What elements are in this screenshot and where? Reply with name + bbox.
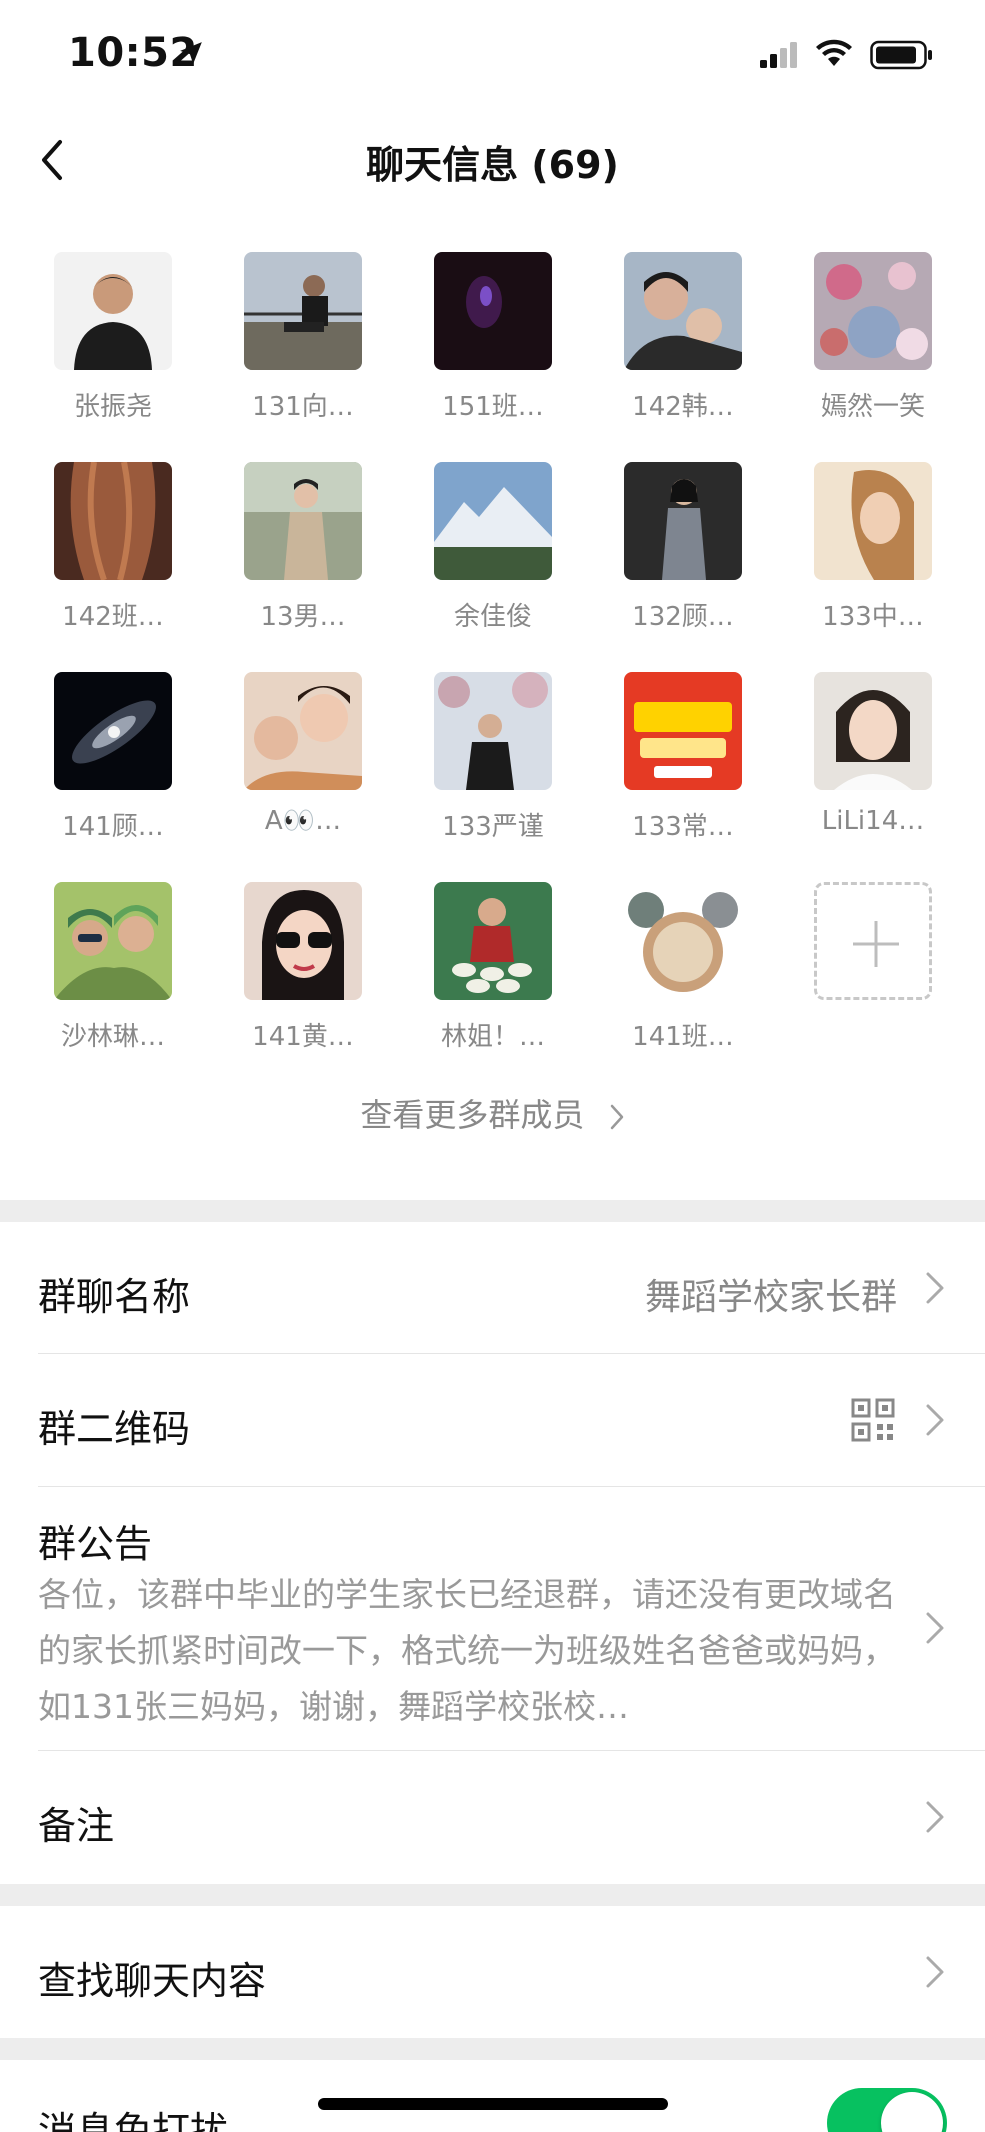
view-more-label: 查看更多群成员 — [360, 1096, 585, 1134]
member-name: 133中… — [822, 602, 924, 632]
member-item[interactable]: 133严谨 — [418, 672, 568, 843]
member-item[interactable]: 131向… — [228, 252, 378, 423]
member-name: 133严谨 — [442, 812, 544, 842]
member-item[interactable]: 141顾… — [38, 672, 188, 843]
member-item[interactable]: 141黄… — [228, 882, 378, 1053]
member-item[interactable]: 132顾… — [608, 462, 758, 633]
wifi-icon — [816, 39, 852, 66]
avatar[interactable] — [814, 672, 932, 790]
mute-row[interactable]: 消息免打扰 — [0, 2060, 985, 2132]
member-name: 133常… — [632, 812, 734, 842]
search-section: 查找聊天内容 — [0, 1906, 985, 2038]
search-chat-row[interactable]: 查找聊天内容 — [0, 1906, 985, 2038]
member-name: 142班… — [62, 602, 164, 632]
member-item[interactable]: 13男… — [228, 462, 378, 633]
member-item[interactable]: 沙林琳… — [38, 882, 188, 1053]
plus-icon — [853, 921, 899, 967]
view-more-members-link[interactable]: 查看更多群成员 — [0, 1090, 985, 1136]
avatar[interactable] — [624, 462, 742, 580]
member-name: 131向… — [252, 392, 354, 422]
announcement-label: 群公告 — [38, 1522, 153, 1566]
avatar[interactable] — [54, 882, 172, 1000]
avatar[interactable] — [434, 672, 552, 790]
page-title: 聊天信息 (69) — [366, 143, 619, 187]
avatar[interactable] — [434, 882, 552, 1000]
member-name: 嫣然一笑 — [820, 392, 925, 422]
qr-code-icon — [851, 1398, 895, 1442]
remark-row[interactable]: 备注 — [0, 1751, 985, 1884]
group-name-row[interactable]: 群聊名称 舞蹈学校家长群 — [0, 1222, 985, 1354]
battery-icon — [870, 40, 932, 70]
member-name: 13男… — [260, 602, 346, 632]
member-name: 余佳俊 — [453, 602, 532, 632]
avatar[interactable] — [624, 882, 742, 1000]
member-name: 沙林琳… — [60, 1022, 165, 1052]
add-member-item[interactable] — [798, 882, 948, 1000]
avatar[interactable] — [814, 252, 932, 370]
members-panel: 张振尧 131向… 151班… 142韩… 嫣然一笑 142班… 13男… 余佳… — [0, 210, 985, 1200]
remark-label: 备注 — [38, 1804, 115, 1848]
add-member-button[interactable] — [814, 882, 932, 1000]
member-name: 张振尧 — [73, 392, 152, 422]
avatar[interactable] — [54, 252, 172, 370]
cellular-signal-icon — [760, 42, 797, 68]
member-name: LiLi14… — [821, 806, 925, 836]
member-name: 林姐！… — [440, 1022, 545, 1052]
avatar[interactable] — [624, 252, 742, 370]
avatar[interactable] — [244, 252, 362, 370]
member-name: 141顾… — [62, 812, 164, 842]
group-name-value: 舞蹈学校家长群 — [644, 1277, 897, 1318]
member-item[interactable]: 133常… — [608, 672, 758, 843]
member-item[interactable]: 142班… — [38, 461, 188, 633]
mute-section: 消息免打扰 — [0, 2060, 985, 2132]
member-name: 151班… — [442, 392, 544, 422]
member-name: 141班… — [632, 1022, 734, 1052]
avatar[interactable] — [814, 462, 932, 580]
chevron-right-icon — [926, 1801, 944, 1833]
member-item[interactable]: 151班… — [418, 252, 568, 423]
chevron-right-icon — [926, 1404, 944, 1436]
avatar[interactable] — [54, 672, 172, 790]
member-name: 142韩… — [632, 392, 734, 422]
member-item[interactable]: 张振尧 — [38, 252, 188, 423]
member-name: 141黄… — [252, 1022, 354, 1052]
member-item[interactable]: A👀… — [228, 672, 378, 836]
avatar[interactable] — [434, 462, 552, 580]
qr-code-label: 群二维码 — [38, 1407, 191, 1451]
avatar[interactable] — [434, 252, 552, 370]
member-item[interactable]: 142韩… — [608, 252, 758, 423]
search-chat-label: 查找聊天内容 — [38, 1959, 267, 2003]
mute-toggle[interactable] — [827, 2088, 947, 2132]
announcement-text: 各位，该群中毕业的学生家长已经退群，请还没有更改域名的家长抓紧时间改一下，格式统… — [38, 1575, 896, 1726]
home-indicator — [318, 2098, 668, 2110]
chevron-right-icon — [926, 1956, 944, 1988]
member-item[interactable]: LiLi14… — [798, 672, 948, 836]
member-name: A👀… — [264, 806, 342, 836]
avatar[interactable] — [54, 461, 172, 581]
group-settings-section: 群聊名称 舞蹈学校家长群 群二维码 群公告 各位，该群中毕业的学生家长已经退群，… — [0, 1222, 985, 1884]
member-item[interactable]: 林姐！… — [418, 882, 568, 1053]
toggle-knob — [881, 2092, 943, 2132]
chevron-right-icon — [610, 1104, 623, 1130]
status-bar: 10:52 — [0, 0, 985, 110]
mute-label: 消息免打扰 — [38, 2109, 229, 2132]
avatar[interactable] — [624, 672, 742, 790]
announcement-row[interactable]: 群公告 各位，该群中毕业的学生家长已经退群，请还没有更改域名的家长抓紧时间改一下… — [0, 1487, 985, 1751]
member-item[interactable]: 133中… — [798, 462, 948, 633]
chevron-right-icon — [926, 1272, 944, 1304]
avatar[interactable] — [244, 882, 362, 1000]
member-item[interactable]: 嫣然一笑 — [798, 252, 948, 423]
qr-code-row[interactable]: 群二维码 — [0, 1354, 985, 1487]
member-item[interactable]: 141班… — [608, 882, 758, 1053]
chevron-right-icon — [926, 1612, 944, 1644]
avatar[interactable] — [244, 672, 362, 790]
nav-bar: 聊天信息 (69) — [0, 110, 985, 210]
avatar[interactable] — [244, 462, 362, 580]
location-arrow-icon — [180, 42, 202, 64]
member-name: 132顾… — [632, 602, 734, 632]
member-item[interactable]: 余佳俊 — [418, 462, 568, 633]
group-name-label: 群聊名称 — [38, 1275, 191, 1319]
